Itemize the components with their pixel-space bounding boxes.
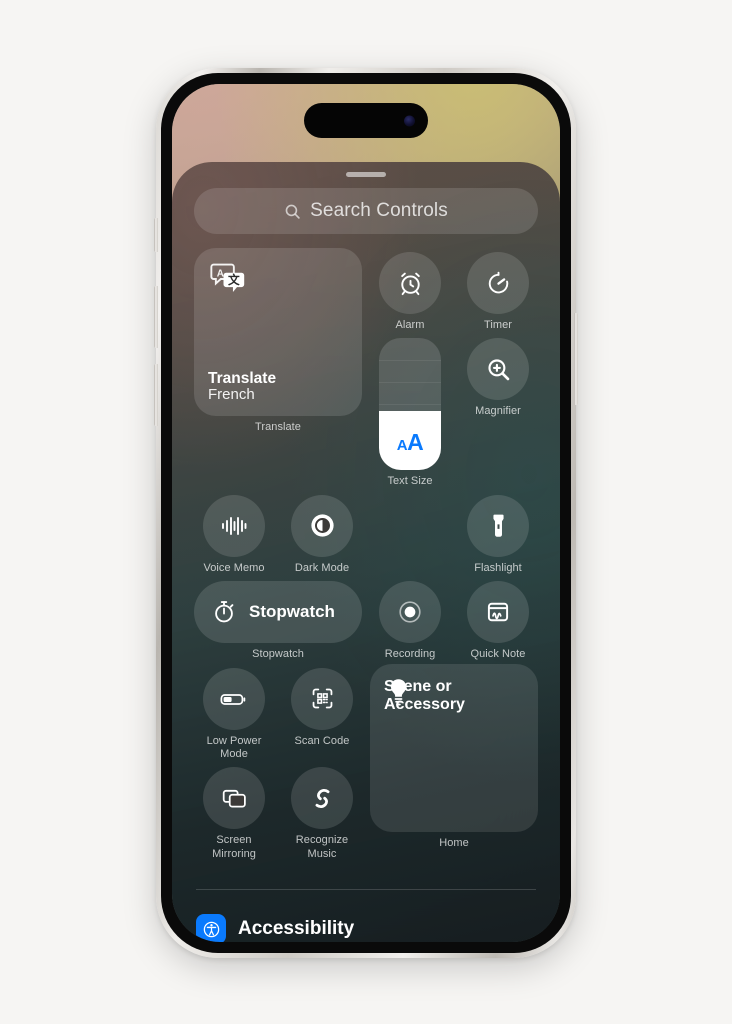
control-magnifier[interactable]: Magnifier [458, 334, 538, 488]
qr-scan-icon [310, 686, 335, 711]
translate-title: Translate [208, 369, 277, 387]
timer-caption: Timer [484, 319, 512, 331]
control-home-scene[interactable]: Scene or Accessory Home [370, 663, 538, 862]
screen-mirroring-icon [221, 786, 248, 811]
battery-icon [219, 687, 249, 711]
flashlight-caption: Flashlight [474, 561, 522, 574]
control-scan-code[interactable]: Scan Code [282, 664, 362, 762]
control-screen-mirroring[interactable]: Screen Mirroring [194, 763, 274, 861]
flashlight-button[interactable] [467, 494, 529, 557]
control-center-panel: Search Controls A 文 Translate French Tra… [172, 162, 560, 942]
stopwatch-icon [211, 599, 237, 625]
power-button[interactable] [574, 313, 578, 405]
grid-spacer [370, 491, 450, 575]
recording-button[interactable] [379, 581, 441, 644]
device-bezel: Search Controls A 文 Translate French Tra… [161, 73, 571, 953]
action-button[interactable] [154, 218, 158, 252]
recognize-music-caption: Recognize Music [295, 834, 349, 860]
search-input[interactable]: Search Controls [194, 188, 538, 234]
stopwatch-label: Stopwatch [249, 602, 335, 622]
control-dark-mode[interactable]: Dark Mode [282, 491, 362, 575]
control-translate[interactable]: A 文 Translate French Translate [194, 248, 362, 489]
quick-note-icon [485, 599, 511, 625]
device-screen: Search Controls A 文 Translate French Tra… [172, 84, 560, 942]
dark-mode-button[interactable] [291, 494, 353, 557]
control-low-power-mode[interactable]: Low Power Mode [194, 664, 274, 762]
translate-subtitle: French [208, 386, 255, 404]
waveform-icon [220, 514, 248, 538]
home-scene-caption: Home [439, 836, 469, 849]
control-timer[interactable]: Timer [458, 248, 538, 332]
volume-up-button[interactable] [154, 286, 158, 348]
control-quick-note[interactable]: Quick Note [458, 577, 538, 661]
accessibility-section-header: Accessibility [196, 914, 354, 942]
screen-mirroring-caption: Screen Mirroring [212, 834, 256, 860]
magnifier-icon [485, 356, 512, 383]
home-scene-tile[interactable]: Scene or Accessory [370, 663, 538, 832]
svg-text:A: A [217, 268, 224, 279]
iphone-device: Search Controls A 文 Translate French Tra… [154, 68, 578, 958]
text-size-caption: Text Size [387, 475, 433, 488]
translate-icon: A 文 [208, 261, 248, 297]
lightbulb-icon [386, 677, 411, 708]
text-size-slider[interactable]: AA [379, 338, 441, 471]
control-recording[interactable]: Recording [370, 577, 450, 661]
text-size-slider-fill: AA [379, 411, 441, 471]
front-camera-icon [404, 115, 415, 126]
stopwatch-caption: Stopwatch [252, 648, 304, 661]
control-stopwatch[interactable]: Stopwatch Stopwatch [194, 577, 362, 661]
screen-mirroring-button[interactable] [203, 767, 265, 830]
control-voice-memo[interactable]: Voice Memo [194, 491, 274, 575]
accessibility-title: Accessibility [238, 918, 355, 939]
controls-grid: A 文 Translate French Translate Alarm Tim… [194, 248, 538, 861]
record-icon [396, 598, 424, 626]
translate-tile[interactable]: A 文 Translate French [194, 248, 362, 416]
timer-button[interactable] [467, 252, 529, 314]
search-icon [284, 203, 301, 220]
magnifier-button[interactable] [467, 338, 529, 401]
svg-text:文: 文 [227, 273, 240, 287]
timer-icon [485, 270, 512, 297]
quick-note-button[interactable] [467, 581, 529, 644]
recognize-music-button[interactable] [291, 767, 353, 830]
control-recognize-music[interactable]: Recognize Music [282, 763, 362, 861]
flashlight-icon [485, 512, 512, 539]
search-placeholder-text: Search Controls [310, 200, 448, 221]
translate-caption: Translate [255, 421, 301, 433]
dark-mode-icon [308, 511, 337, 540]
control-alarm[interactable]: Alarm [370, 248, 450, 332]
voice-memo-caption: Voice Memo [203, 561, 265, 574]
low-power-mode-caption: Low Power Mode [206, 734, 262, 761]
dark-mode-caption: Dark Mode [294, 561, 350, 574]
translate-tile-text: Translate French [208, 370, 276, 404]
low-power-mode-button[interactable] [203, 667, 265, 730]
section-divider [196, 889, 536, 890]
control-text-size[interactable]: AA Text Size [370, 334, 450, 488]
stopwatch-button[interactable]: Stopwatch [194, 581, 362, 644]
control-flashlight[interactable]: Flashlight [458, 491, 538, 575]
magnifier-caption: Magnifier [475, 405, 521, 418]
quick-note-caption: Quick Note [470, 648, 526, 661]
drag-handle[interactable] [346, 172, 386, 177]
volume-down-button[interactable] [154, 364, 158, 426]
dynamic-island [304, 103, 428, 138]
shazam-icon [308, 784, 337, 813]
scan-code-caption: Scan Code [294, 734, 350, 747]
scan-code-button[interactable] [291, 667, 353, 730]
screenshot-canvas: Search Controls A 文 Translate French Tra… [0, 0, 732, 1024]
recording-caption: Recording [384, 648, 436, 661]
voice-memo-button[interactable] [203, 494, 265, 557]
accessibility-badge-icon [196, 914, 226, 942]
text-size-aa-icon: AA [396, 429, 424, 456]
alarm-caption: Alarm [395, 319, 425, 331]
alarm-clock-icon [397, 270, 424, 297]
alarm-button[interactable] [379, 252, 441, 314]
